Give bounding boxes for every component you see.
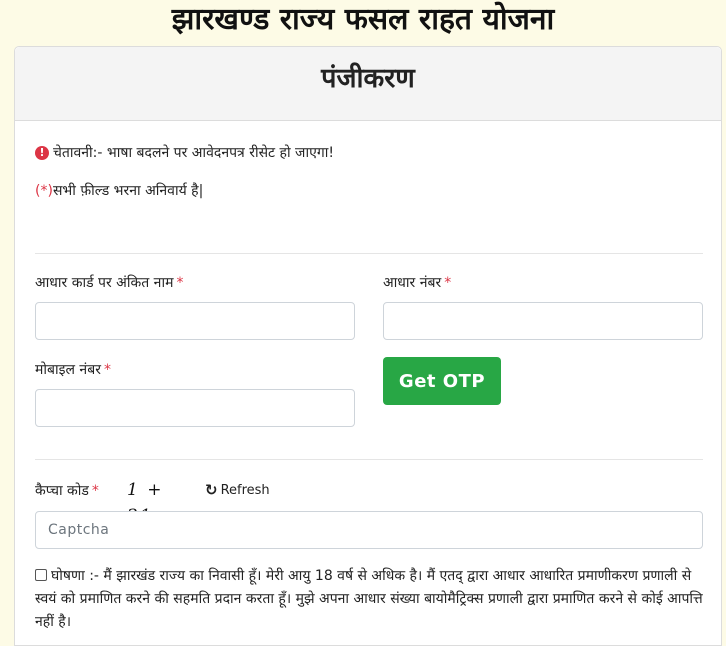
captcha-image: 1 + 21 [127, 480, 164, 526]
card-title: पंजीकरण [15, 47, 721, 121]
site-title: झारखण्ड राज्य फसल राहत योजना [171, 2, 555, 37]
exclamation-circle-icon: ! [35, 145, 49, 160]
required-star: * [176, 275, 184, 291]
refresh-icon: ↻ [205, 481, 218, 499]
captcha-input[interactable] [35, 511, 703, 549]
declaration: घोषणा :- मैं झारखंड राज्य का निवासी हूँ।… [35, 565, 707, 634]
mobile-input[interactable] [35, 389, 355, 427]
declaration-text: घोषणा :- मैं झारखंड राज्य का निवासी हूँ।… [35, 568, 703, 630]
refresh-label: Refresh [220, 482, 270, 498]
language-warning: ! चेतावनी:- भाषा बदलने पर आवेदनपत्र रीसे… [35, 143, 334, 162]
aadhaar-name-input[interactable] [35, 302, 355, 340]
required-star: * [444, 275, 452, 291]
required-note: (*) सभी फ़ील्ड भरना अनिवार्य है| [35, 181, 203, 200]
required-star: * [103, 362, 111, 378]
aadhaar-number-label: आधार नंबर * [383, 275, 452, 291]
refresh-captcha-button[interactable]: ↻ Refresh [205, 481, 270, 499]
registration-card: पंजीकरण ! चेतावनी:- भाषा बदलने पर आवेदनप… [14, 46, 722, 646]
get-otp-button[interactable]: Get OTP [383, 357, 501, 405]
required-note-text: सभी फ़ील्ड भरना अनिवार्य है| [52, 183, 204, 199]
required-symbol: (*) [35, 182, 53, 199]
divider [35, 459, 703, 460]
warning-text: चेतावनी:- भाषा बदलने पर आवेदनपत्र रीसेट … [53, 145, 334, 161]
captcha-label: कैप्चा कोड * [35, 483, 99, 499]
required-star: * [91, 483, 99, 499]
aadhaar-name-label: आधार कार्ड पर अंकित नाम * [35, 275, 184, 291]
declaration-checkbox[interactable] [35, 569, 47, 581]
aadhaar-number-input[interactable] [383, 302, 703, 340]
divider [35, 253, 703, 254]
mobile-label: मोबाइल नंबर * [35, 362, 111, 378]
